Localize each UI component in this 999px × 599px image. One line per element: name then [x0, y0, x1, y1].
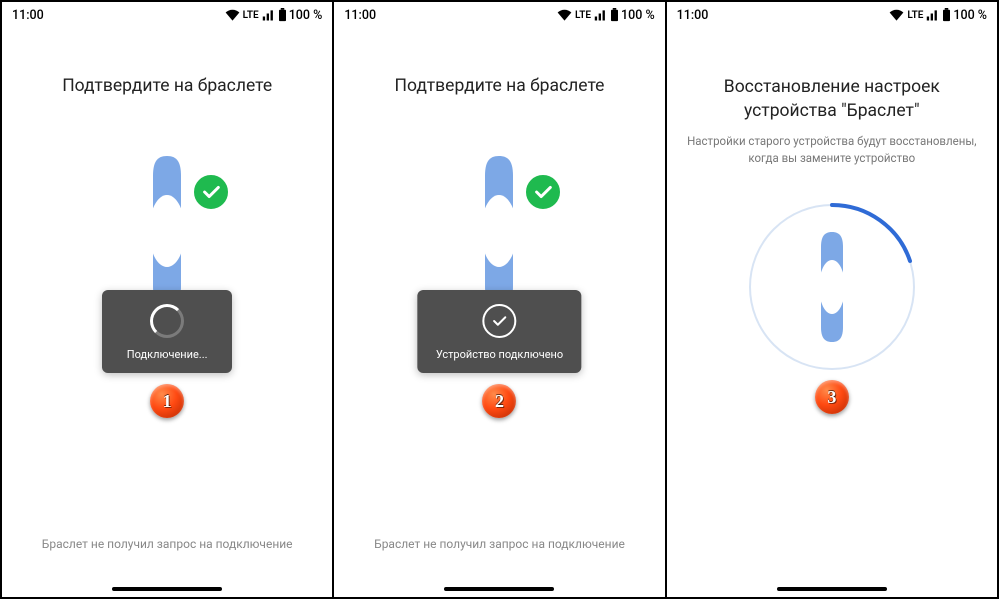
spinner-icon [150, 304, 184, 338]
status-bar: 11:00 LTE 100 % [334, 2, 664, 28]
signal-icon [594, 9, 608, 21]
screen-content: Подтвердите на браслете Устройство подкл… [334, 28, 664, 597]
bottom-help-text[interactable]: Браслет не получил запрос на подключение [2, 537, 332, 551]
signal-icon [926, 9, 940, 21]
page-subtitle: Настройки старого устройства будут восст… [681, 133, 983, 166]
status-indicators: LTE 100 % [889, 8, 987, 23]
wifi-icon [557, 9, 572, 21]
page-title: Подтвердите на браслете [395, 76, 605, 96]
progress-circle-icon [742, 197, 922, 377]
band-illustration [107, 156, 227, 306]
status-time: 11:00 [12, 8, 44, 23]
toast-text: Подключение... [127, 348, 208, 361]
status-indicators: LTE 100 % [557, 8, 655, 23]
success-check-icon [523, 172, 563, 212]
battery-icon [610, 8, 619, 22]
status-indicators: LTE 100 % [225, 8, 323, 23]
battery-label: 100 % [953, 8, 987, 23]
status-time: 11:00 [344, 8, 376, 23]
status-time: 11:00 [677, 8, 709, 23]
annotation-marker-2: 2 [482, 384, 516, 418]
lte-label: LTE [575, 10, 591, 21]
signal-icon [262, 9, 276, 21]
wifi-icon [225, 9, 240, 21]
wifi-icon [889, 9, 904, 21]
connecting-toast: Подключение... [102, 290, 232, 373]
success-check-icon [191, 172, 231, 212]
screenshot-2: 11:00 LTE 100 % Подтвердите на браслете [332, 2, 664, 597]
nav-handle[interactable] [777, 587, 887, 591]
battery-icon [942, 8, 951, 22]
annotation-marker-1: 1 [150, 384, 184, 418]
page-title: Подтвердите на браслете [62, 76, 272, 96]
band-illustration [439, 156, 559, 306]
fitness-band-icon [469, 156, 529, 306]
connected-toast: Устройство подключено [418, 290, 581, 373]
battery-label: 100 % [621, 8, 655, 23]
nav-handle[interactable] [444, 587, 554, 591]
screen-content: Подтвердите на браслете Подключение... 1… [2, 28, 332, 597]
progress-ring [742, 197, 922, 377]
toast-text: Устройство подключено [436, 348, 563, 361]
page-title: Восстановление настроек устройства "Брас… [682, 76, 982, 123]
annotation-marker-3: 3 [815, 380, 849, 414]
fitness-band-icon [137, 156, 197, 306]
screen-content: Восстановление настроек устройства "Брас… [667, 28, 997, 597]
lte-label: LTE [243, 10, 259, 21]
battery-icon [278, 8, 287, 22]
nav-handle[interactable] [112, 587, 222, 591]
status-bar: 11:00 LTE 100 % [2, 2, 332, 28]
screenshot-3: 11:00 LTE 100 % Восстановление настроек … [665, 2, 997, 597]
status-bar: 11:00 LTE 100 % [667, 2, 997, 28]
battery-label: 100 % [289, 8, 323, 23]
screenshot-1: 11:00 LTE 100 % Подтвердите на браслете [2, 2, 332, 597]
bottom-help-text[interactable]: Браслет не получил запрос на подключение [334, 537, 664, 551]
three-screenshots-row: 11:00 LTE 100 % Подтвердите на браслете [0, 0, 999, 599]
lte-label: LTE [907, 10, 923, 21]
done-check-icon [482, 304, 516, 338]
